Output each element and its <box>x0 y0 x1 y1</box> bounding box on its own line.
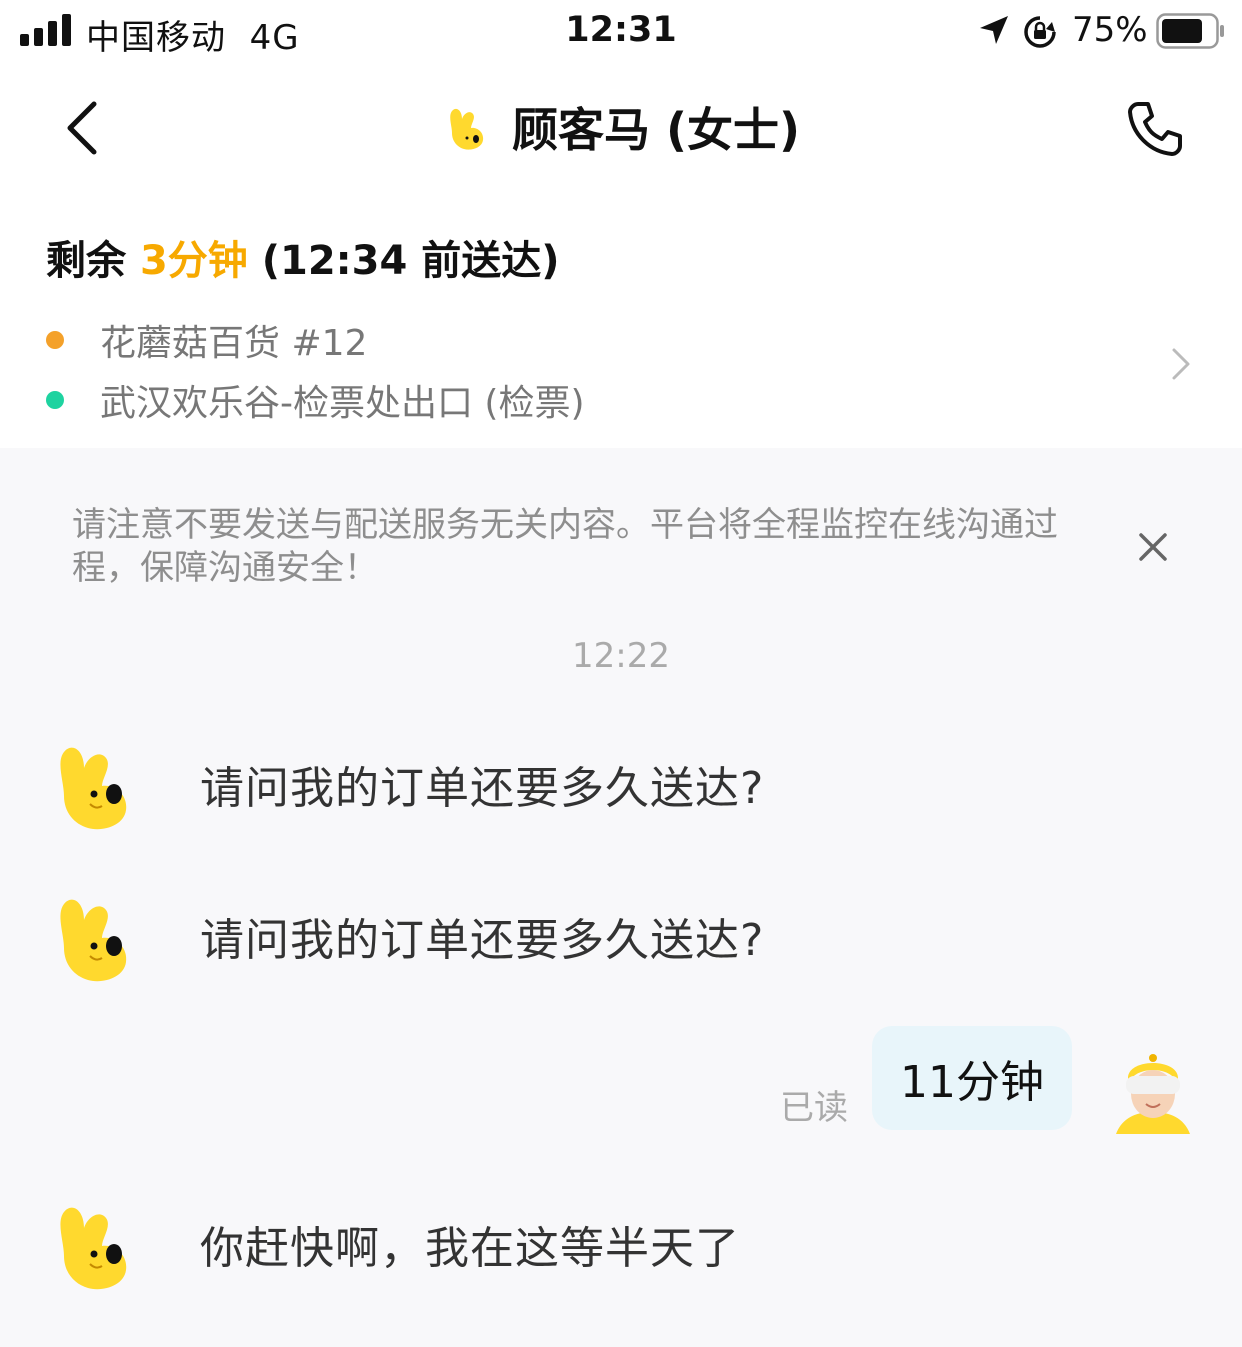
customer-avatar[interactable] <box>44 886 140 986</box>
battery-percent: 75% <box>1072 10 1148 50</box>
chat-message-customer: 请问我的订单还要多久送达? <box>44 734 1144 834</box>
customer-avatar[interactable] <box>44 1194 140 1294</box>
message-text: 请问我的订单还要多久送达? <box>200 915 765 966</box>
phone-icon[interactable] <box>1124 98 1184 158</box>
chat-message-customer: 请问我的订单还要多久送达? <box>44 886 1144 986</box>
message-bubble: 11分钟 <box>872 1026 1072 1130</box>
nav-bar: 顾客马 (女士) <box>0 80 1242 180</box>
battery-icon <box>1156 13 1224 49</box>
rotation-lock-icon <box>1024 16 1056 48</box>
route-summary[interactable]: 花蘑菇百货 #12 武汉欢乐谷-检票处出口 (检票) <box>0 300 1242 430</box>
yellow-mascot-icon <box>450 108 484 150</box>
nav-title-group: 顾客马 (女士) <box>0 94 1242 160</box>
delivery-eta: 剩余 3分钟 (12:34 前送达) <box>46 238 560 284</box>
eta-remaining: 3分钟 <box>139 238 248 284</box>
location-arrow-icon <box>980 16 1008 44</box>
message-text: 请问我的订单还要多久送达? <box>200 763 765 814</box>
rider-avatar[interactable] <box>1112 1048 1194 1138</box>
chat-area[interactable]: 请注意不要发送与配送服务无关内容。平台将全程监控在线沟通过程，保障沟通安全！ 1… <box>0 448 1242 1347</box>
chat-timestamp: 12:22 <box>572 636 670 676</box>
customer-avatar[interactable] <box>44 734 140 834</box>
message-text: 你赶快啊，我在这等半天了 <box>200 1223 740 1274</box>
close-icon[interactable] <box>1136 530 1170 564</box>
dropoff-stop: 武汉欢乐谷-检票处出口 (检票) <box>46 374 585 426</box>
chat-message-customer: 你赶快啊，我在这等半天了 <box>44 1194 1144 1294</box>
safety-notice: 请注意不要发送与配送服务无关内容。平台将全程监控在线沟通过程，保障沟通安全！ <box>72 505 1058 588</box>
read-status: 已读 <box>780 1088 848 1128</box>
pickup-dot-icon <box>46 331 64 349</box>
dropoff-dot-icon <box>46 391 64 409</box>
pickup-label: 花蘑菇百货 #12 <box>100 323 368 364</box>
page-title: 顾客马 (女士) <box>511 103 801 157</box>
pickup-stop: 花蘑菇百货 #12 <box>46 314 367 366</box>
chat-message-rider: 已读 11分钟 <box>0 1026 1242 1136</box>
dropoff-label: 武汉欢乐谷-检票处出口 (检票) <box>100 383 585 424</box>
chevron-right-icon[interactable] <box>1168 344 1194 384</box>
status-bar: 中国移动 4G 12:31 75% <box>0 0 1242 64</box>
